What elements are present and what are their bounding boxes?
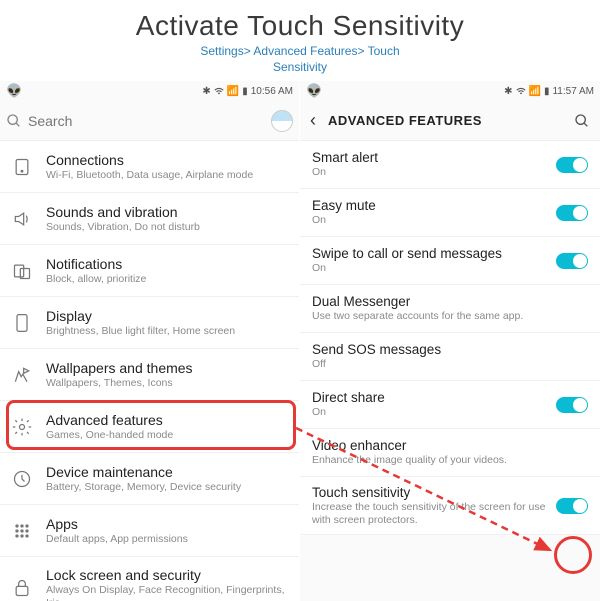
row-sub: Wallpapers, Themes, Icons — [46, 377, 287, 390]
toggle-switch[interactable] — [556, 253, 588, 269]
settings-row-display[interactable]: DisplayBrightness, Blue light filter, Ho… — [0, 297, 299, 349]
row-label: Advanced features — [46, 412, 287, 428]
row-label: Direct share — [312, 390, 556, 405]
row-sub: On — [312, 214, 556, 227]
notif-icon — [12, 261, 32, 281]
af-row[interactable]: Touch sensitivityIncrease the touch sens… — [300, 477, 600, 535]
sound-icon — [12, 209, 32, 229]
advanced-icon — [12, 417, 32, 437]
row-sub: Games, One-handed mode — [46, 429, 287, 442]
af-row[interactable]: Direct shareOn — [300, 381, 600, 429]
status-time: 10:56 AM — [251, 86, 293, 97]
settings-row-connections[interactable]: ConnectionsWi-Fi, Bluetooth, Data usage,… — [0, 141, 299, 193]
apps-icon — [12, 521, 32, 541]
page-header: Activate Touch Sensitivity Settings> Adv… — [0, 0, 600, 81]
row-label: Dual Messenger — [312, 294, 588, 309]
row-sub: Increase the touch sensitivity of the sc… — [312, 501, 556, 526]
page-title: Activate Touch Sensitivity — [0, 10, 600, 42]
row-label: Connections — [46, 152, 287, 168]
row-sub: Enhance the image quality of your videos… — [312, 454, 588, 467]
status-icons: ✱ 📶▮ 11:57 AM — [504, 86, 594, 97]
lock-icon — [12, 578, 32, 598]
settings-list: ConnectionsWi-Fi, Bluetooth, Data usage,… — [0, 141, 299, 601]
row-label: Swipe to call or send messages — [312, 246, 556, 261]
avatar[interactable] — [271, 110, 293, 132]
row-sub: Brightness, Blue light filter, Home scre… — [46, 325, 287, 338]
settings-row-wallpaper[interactable]: Wallpapers and themesWallpapers, Themes,… — [0, 349, 299, 401]
toggle-switch[interactable] — [556, 205, 588, 221]
search-input[interactable] — [28, 113, 271, 129]
af-row[interactable]: Send SOS messagesOff — [300, 333, 600, 381]
row-label: Device maintenance — [46, 464, 287, 480]
row-label: Sounds and vibration — [46, 204, 287, 220]
row-sub: Battery, Storage, Memory, Device securit… — [46, 481, 287, 494]
advanced-list: Smart alertOnEasy muteOnSwipe to call or… — [300, 141, 600, 601]
row-label: Smart alert — [312, 150, 556, 165]
settings-row-notif[interactable]: NotificationsBlock, allow, prioritize — [0, 245, 299, 297]
row-label: Lock screen and security — [46, 567, 287, 583]
row-sub: On — [312, 166, 556, 179]
back-icon[interactable]: ‹ — [310, 110, 316, 131]
toggle-switch[interactable] — [556, 397, 588, 413]
row-label: Touch sensitivity — [312, 485, 556, 500]
reddit-icon: 👽 — [306, 83, 322, 99]
af-row[interactable]: Easy muteOn — [300, 189, 600, 237]
toggle-switch[interactable] — [556, 498, 588, 514]
advanced-title: ADVANCED FEATURES — [328, 113, 574, 128]
breadcrumb: Settings> Advanced Features> Touch Sensi… — [0, 44, 600, 75]
row-sub: Off — [312, 358, 588, 371]
settings-row-advanced[interactable]: Advanced featuresGames, One-handed mode — [0, 401, 299, 453]
row-label: Video enhancer — [312, 438, 588, 453]
toggle-switch[interactable] — [556, 157, 588, 173]
connections-icon — [12, 157, 32, 177]
status-time: 11:57 AM — [552, 86, 594, 97]
row-sub: Sounds, Vibration, Do not disturb — [46, 221, 287, 234]
settings-row-lock[interactable]: Lock screen and securityAlways On Displa… — [0, 557, 299, 601]
search-bar[interactable] — [0, 101, 299, 141]
row-label: Send SOS messages — [312, 342, 588, 357]
row-label: Easy mute — [312, 198, 556, 213]
wallpaper-icon — [12, 365, 32, 385]
reddit-icon: 👽 — [6, 83, 22, 99]
status-icons: ✱ 📶▮ 10:56 AM — [202, 86, 293, 97]
maint-icon — [12, 469, 32, 489]
row-label: Wallpapers and themes — [46, 360, 287, 376]
row-sub: Use two separate accounts for the same a… — [312, 310, 588, 323]
advanced-header: ‹ ADVANCED FEATURES — [300, 101, 600, 141]
row-sub: Default apps, App permissions — [46, 533, 287, 546]
row-sub: On — [312, 406, 556, 419]
search-icon — [6, 113, 22, 129]
row-label: Display — [46, 308, 287, 324]
search-icon[interactable] — [574, 113, 590, 129]
settings-row-apps[interactable]: AppsDefault apps, App permissions — [0, 505, 299, 557]
advanced-features-pane: 👽 ✱ 📶▮ 11:57 AM ‹ ADVANCED FEATURES Smar… — [300, 81, 600, 601]
af-row[interactable]: Swipe to call or send messagesOn — [300, 237, 600, 285]
af-row[interactable]: Smart alertOn — [300, 141, 600, 189]
row-label: Notifications — [46, 256, 287, 272]
display-icon — [12, 313, 32, 333]
row-sub: Block, allow, prioritize — [46, 273, 287, 286]
status-bar: 👽 ✱ 📶▮ 10:56 AM — [0, 81, 299, 101]
settings-row-sound[interactable]: Sounds and vibrationSounds, Vibration, D… — [0, 193, 299, 245]
af-row[interactable]: Video enhancerEnhance the image quality … — [300, 429, 600, 477]
row-sub: Always On Display, Face Recognition, Fin… — [46, 584, 287, 601]
settings-pane: 👽 ✱ 📶▮ 10:56 AM ConnectionsWi-Fi, Blueto… — [0, 81, 300, 601]
row-sub: Wi-Fi, Bluetooth, Data usage, Airplane m… — [46, 169, 287, 182]
row-sub: On — [312, 262, 556, 275]
status-bar: 👽 ✱ 📶▮ 11:57 AM — [300, 81, 600, 101]
settings-row-maint[interactable]: Device maintenanceBattery, Storage, Memo… — [0, 453, 299, 505]
row-label: Apps — [46, 516, 287, 532]
af-row[interactable]: Dual MessengerUse two separate accounts … — [300, 285, 600, 333]
